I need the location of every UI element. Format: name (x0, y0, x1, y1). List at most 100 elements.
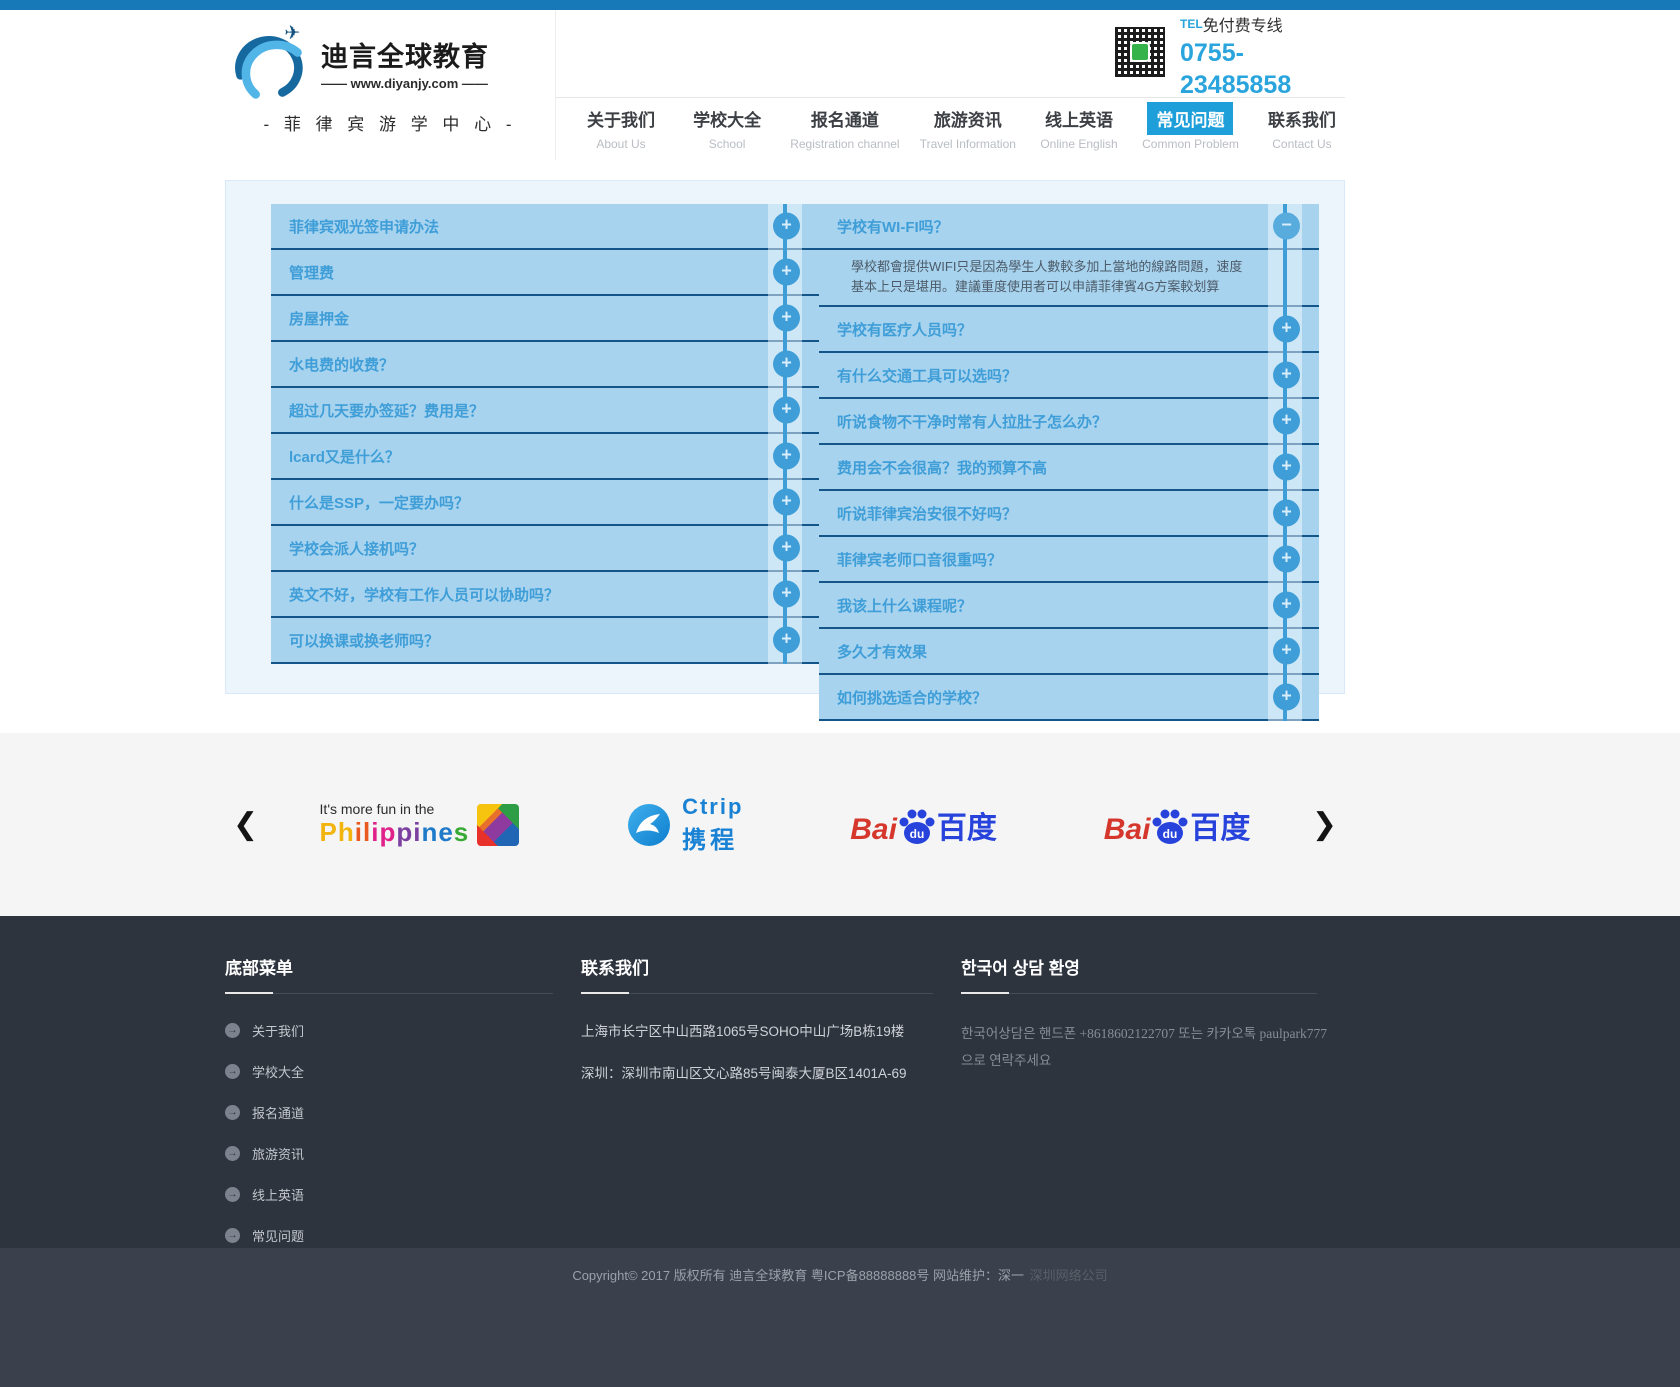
faq-item[interactable]: 菲律宾观光签申请办法+ (271, 204, 819, 250)
main-nav: 关于我们About Us 学校大全School 报名通道Registration… (556, 98, 1345, 160)
expand-plus-icon[interactable]: + (1273, 546, 1300, 573)
expand-plus-icon[interactable]: + (773, 351, 800, 378)
expand-plus-icon[interactable]: + (1273, 362, 1300, 389)
expand-plus-icon[interactable]: + (773, 627, 800, 654)
top-accent-bar (0, 0, 1680, 10)
nav-item-registration[interactable]: 报名通道Registration channel (790, 102, 899, 151)
expand-plus-icon[interactable]: + (1273, 408, 1300, 435)
faq-item[interactable]: 费用会不会很高？我的预算不高+ (819, 445, 1319, 491)
faq-item[interactable]: 管理费+ (271, 250, 819, 296)
philippines-mosaic-icon (477, 804, 519, 846)
faq-item-expanded[interactable]: 学校有WI-FI吗？− (819, 204, 1319, 250)
carousel-next-icon[interactable]: ❯ (1304, 807, 1345, 842)
faq-item[interactable]: 我该上什么课程呢？+ (819, 583, 1319, 629)
expand-plus-icon[interactable]: + (773, 397, 800, 424)
expand-plus-icon[interactable]: + (773, 535, 800, 562)
header-right: TEL免付费专线 0755- 23485858 关于我们About Us 学校大… (555, 10, 1345, 160)
logo-subtitle: - 菲 律 宾 游 学 中 心 - (225, 110, 555, 135)
site-logo[interactable]: ✈ 迪言全球教育 —— www.diyanjy.com —— - 菲 律 宾 游… (225, 10, 555, 160)
arrow-circle-icon: → (225, 1023, 240, 1038)
faq-section: 菲律宾观光签申请办法+ 管理费+ 房屋押金+ 水电费的收费？+ 超过几天要办签延… (0, 160, 1680, 733)
expand-plus-icon[interactable]: + (1273, 500, 1300, 527)
expand-plus-icon[interactable]: + (1273, 316, 1300, 343)
footer-menu-title: 底部菜单 (225, 954, 553, 994)
arrow-circle-icon: → (225, 1187, 240, 1202)
faq-item[interactable]: 英文不好，学校有工作人员可以协助吗？+ (271, 572, 819, 618)
footer-korean-title: 한국어 상담 환영 (961, 954, 1317, 994)
partners-carousel: ❮ It's more fun in the Philippines (0, 733, 1680, 916)
arrow-circle-icon: → (225, 1146, 240, 1161)
logo-globe-icon: ✈ (225, 24, 313, 102)
footer-korean-column: 한국어 상담 환영 한국어상담은 핸드폰 +8618602122707 또는 카… (961, 954, 1345, 1267)
expand-plus-icon[interactable]: + (773, 581, 800, 608)
expand-plus-icon[interactable]: + (1273, 592, 1300, 619)
svg-text:✈: ✈ (284, 24, 300, 44)
footer-menu-column: 底部菜单 →关于我们 →学校大全 →报名通道 →旅游资讯 →线上英语 →常见问题 (225, 954, 581, 1267)
faq-item[interactable]: 可以换课或换老师吗？+ (271, 618, 819, 664)
footer-link-schools[interactable]: →学校大全 (225, 1062, 581, 1081)
faq-item[interactable]: 有什么交通工具可以选吗？+ (819, 353, 1319, 399)
baidu-paw-icon: du (897, 807, 937, 847)
faq-item[interactable]: 超过几天要办签延？费用是？+ (271, 388, 819, 434)
faq-container: 菲律宾观光签申请办法+ 管理费+ 房屋押金+ 水电费的收费？+ 超过几天要办签延… (225, 180, 1345, 694)
hotline-block: TEL免付费专线 0755- 23485858 (556, 10, 1345, 98)
arrow-circle-icon: → (225, 1105, 240, 1120)
footer: 底部菜单 →关于我们 →学校大全 →报名通道 →旅游资讯 →线上英语 →常见问题… (0, 916, 1680, 1248)
faq-answer: 學校都會提供WIFI只是因為學生人數較多加上當地的線路問題，速度基本上只是堪用。… (819, 250, 1319, 307)
expand-plus-icon[interactable]: + (773, 213, 800, 240)
nav-item-about[interactable]: 关于我们About Us (578, 102, 664, 151)
nav-item-travel[interactable]: 旅游资讯Travel Information (920, 102, 1016, 151)
expand-plus-icon[interactable]: + (773, 305, 800, 332)
footer-link-about[interactable]: →关于我们 (225, 1021, 581, 1040)
expand-plus-icon[interactable]: + (773, 489, 800, 516)
nav-item-contact[interactable]: 联系我们Contact Us (1259, 102, 1345, 151)
collapse-minus-icon[interactable]: − (1273, 213, 1300, 240)
tel-prefix: TEL (1180, 17, 1203, 31)
ctrip-dolphin-icon (626, 802, 672, 848)
footer-contact-column: 联系我们 上海市长宁区中山西路1065号SOHO中山广场B栋19楼 深圳：深圳市… (581, 954, 961, 1267)
faq-item[interactable]: 房屋押金+ (271, 296, 819, 342)
footer-contact-title: 联系我们 (581, 954, 933, 994)
svg-text:du: du (1163, 827, 1178, 841)
faq-item[interactable]: lcard又是什么？+ (271, 434, 819, 480)
carousel-prev-icon[interactable]: ❮ (225, 807, 266, 842)
logo-title: 迪言全球教育 (321, 35, 489, 74)
faq-item[interactable]: 听说菲律宾治安很不好吗？+ (819, 491, 1319, 537)
expand-plus-icon[interactable]: + (773, 443, 800, 470)
faq-column-right: 学校有WI-FI吗？− 學校都會提供WIFI只是因為學生人數較多加上當地的線路問… (819, 204, 1319, 721)
expand-plus-icon[interactable]: + (1273, 638, 1300, 665)
expand-plus-icon[interactable]: + (1273, 454, 1300, 481)
faq-item[interactable]: 如何挑选适合的学校？+ (819, 675, 1319, 721)
faq-item[interactable]: 学校会派人接机吗？+ (271, 526, 819, 572)
hotline-number-line2: 23485858 (1180, 71, 1345, 100)
footer-link-registration[interactable]: →报名通道 (225, 1103, 581, 1122)
maintenance-company[interactable]: 深圳网络公司 (1030, 1268, 1108, 1283)
baidu-logo[interactable]: Bai du 百度 (1104, 803, 1251, 847)
nav-item-online-english[interactable]: 线上英语Online English (1036, 102, 1122, 151)
faq-item[interactable]: 听说食物不干净时常有人拉肚子怎么办？+ (819, 399, 1319, 445)
faq-item[interactable]: 多久才有效果+ (819, 629, 1319, 675)
hotline-number-line1: 0755- (1180, 39, 1345, 68)
nav-item-schools[interactable]: 学校大全School (684, 102, 770, 151)
korean-consult-text: 한국어상담은 핸드폰 +8618602122707 또는 카카오톡 paulpa… (961, 1020, 1331, 1074)
copyright-text: Copyright© 2017 版权所有 迪言全球教育 粤ICP备8888888… (572, 1268, 1024, 1283)
footer-link-travel[interactable]: →旅游资讯 (225, 1144, 581, 1163)
hotline-label: TEL免付费专线 (1180, 18, 1345, 36)
faq-column-left: 菲律宾观光签申请办法+ 管理费+ 房屋押金+ 水电费的收费？+ 超过几天要办签延… (271, 204, 819, 664)
footer-link-online-english[interactable]: →线上英语 (225, 1185, 581, 1204)
logo-url: —— www.diyanjy.com —— (321, 76, 489, 91)
expand-plus-icon[interactable]: + (773, 259, 800, 286)
baidu-logo[interactable]: Bai du 百度 (850, 803, 997, 847)
header: ✈ 迪言全球教育 —— www.diyanjy.com —— - 菲 律 宾 游… (0, 10, 1680, 160)
faq-item[interactable]: 什么是SSP，一定要办吗？+ (271, 480, 819, 526)
footer-link-faq[interactable]: →常见问题 (225, 1226, 581, 1245)
expand-plus-icon[interactable]: + (1273, 684, 1300, 711)
ctrip-logo[interactable]: Ctrip 携程 (626, 794, 743, 855)
philippines-tourism-logo[interactable]: It's more fun in the Philippines (320, 801, 520, 848)
arrow-circle-icon: → (225, 1228, 240, 1243)
nav-item-faq-active[interactable]: 常见问题Common Problem (1142, 102, 1239, 151)
philippines-wordmark: Philippines (320, 817, 470, 848)
faq-item[interactable]: 菲律宾老师口音很重吗？+ (819, 537, 1319, 583)
faq-item[interactable]: 水电费的收费？+ (271, 342, 819, 388)
faq-item[interactable]: 学校有医疗人员吗？+ (819, 307, 1319, 353)
